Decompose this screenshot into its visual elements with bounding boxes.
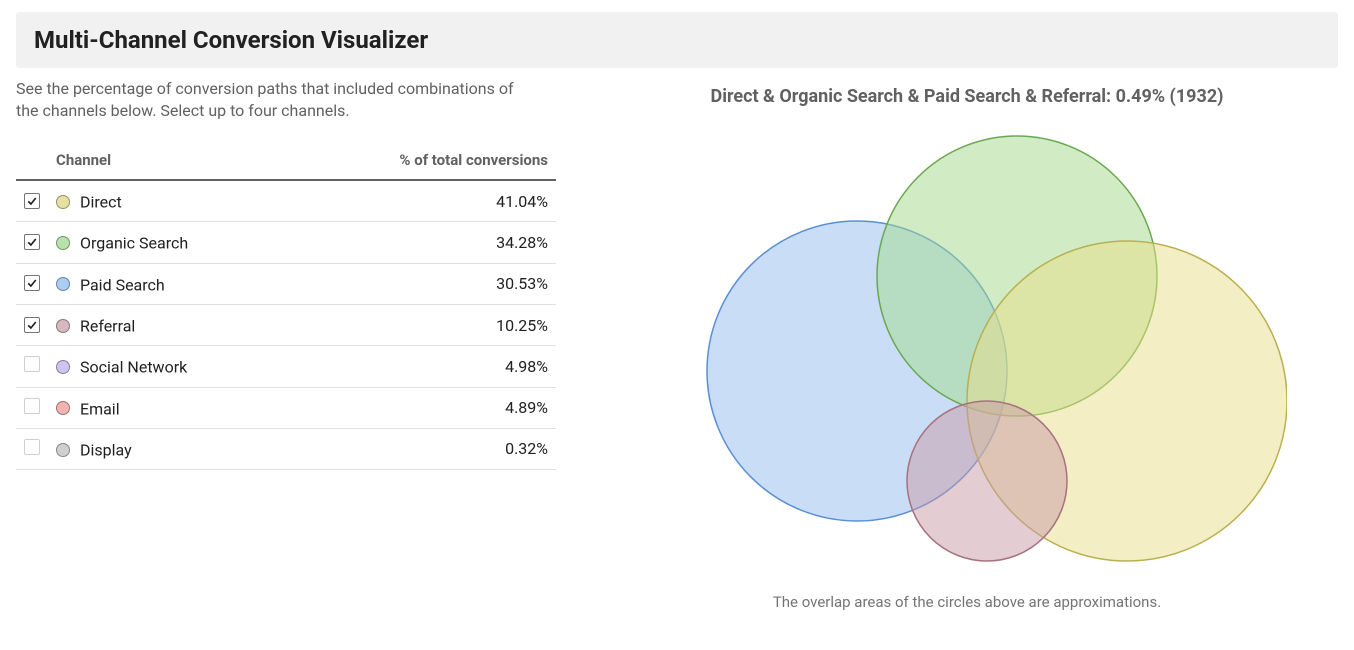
pct-referral: 10.25% <box>289 304 556 345</box>
pct-direct: 41.04% <box>289 180 556 222</box>
table-row: Direct 41.04% <box>16 180 556 222</box>
content-row: See the percentage of conversion paths t… <box>16 78 1338 611</box>
checkbox-email[interactable] <box>24 398 40 414</box>
table-row: Paid Search 30.53% <box>16 263 556 304</box>
label-referral: Referral <box>80 316 135 335</box>
checkbox-direct[interactable] <box>24 193 40 209</box>
label-organic: Organic Search <box>80 234 188 253</box>
swatch-email <box>56 401 70 415</box>
checkbox-social[interactable] <box>24 356 40 372</box>
table-row: Social Network 4.98% <box>16 346 556 387</box>
swatch-organic <box>56 236 70 250</box>
pct-paid: 30.53% <box>289 263 556 304</box>
label-paid: Paid Search <box>80 275 165 294</box>
left-panel: See the percentage of conversion paths t… <box>16 78 556 611</box>
label-direct: Direct <box>80 192 122 211</box>
swatch-social <box>56 360 70 374</box>
checkbox-referral[interactable] <box>24 317 40 333</box>
swatch-referral <box>56 319 70 333</box>
venn-circle-referral[interactable] <box>907 401 1067 561</box>
title-bar: Multi-Channel Conversion Visualizer <box>16 12 1338 68</box>
venn-caption: The overlap areas of the circles above a… <box>773 593 1161 611</box>
swatch-direct <box>56 195 70 209</box>
venn-title: Direct & Organic Search & Paid Search & … <box>711 86 1224 107</box>
pct-display: 0.32% <box>289 428 556 469</box>
pct-social: 4.98% <box>289 346 556 387</box>
label-email: Email <box>80 399 120 418</box>
channel-table: Channel % of total conversions Di <box>16 145 556 470</box>
swatch-paid <box>56 277 70 291</box>
table-row: Referral 10.25% <box>16 304 556 345</box>
table-row: Display 0.32% <box>16 428 556 469</box>
pct-email: 4.89% <box>289 387 556 428</box>
checkbox-display[interactable] <box>24 439 40 455</box>
table-row: Organic Search 34.28% <box>16 222 556 263</box>
description-text: See the percentage of conversion paths t… <box>16 78 516 121</box>
checkbox-organic[interactable] <box>24 234 40 250</box>
right-panel: Direct & Organic Search & Paid Search & … <box>596 78 1338 611</box>
col-channel: Channel <box>48 145 289 180</box>
label-display: Display <box>80 440 132 459</box>
swatch-display <box>56 443 70 457</box>
checkbox-paid[interactable] <box>24 275 40 291</box>
venn-diagram <box>647 111 1287 591</box>
table-row: Email 4.89% <box>16 387 556 428</box>
page-root: Multi-Channel Conversion Visualizer See … <box>0 0 1354 623</box>
col-pct: % of total conversions <box>289 145 556 180</box>
label-social: Social Network <box>80 358 187 377</box>
pct-organic: 34.28% <box>289 222 556 263</box>
page-title: Multi-Channel Conversion Visualizer <box>34 26 1320 54</box>
